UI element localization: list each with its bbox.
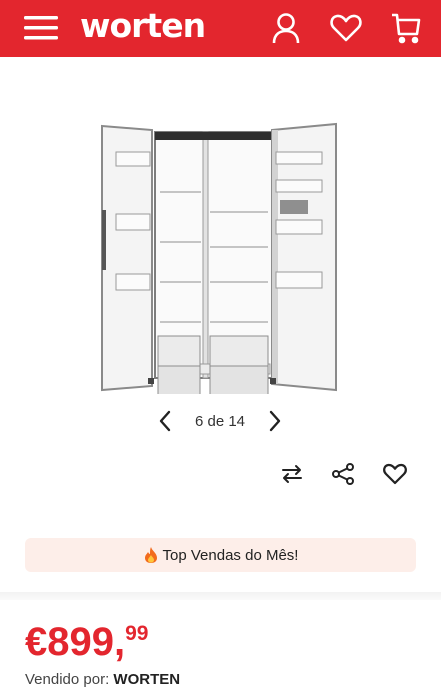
wishlist-heart-icon[interactable] [328, 10, 364, 46]
cart-icon[interactable] [388, 10, 424, 46]
chevron-left-icon [159, 410, 171, 432]
promo-text: Top Vendas do Mês! [162, 546, 299, 564]
worten-logo[interactable]: worten [80, 4, 206, 48]
favorite-heart-icon[interactable] [377, 456, 413, 492]
price-cents: 99 [125, 622, 149, 645]
fire-icon [143, 546, 159, 564]
promo-banner: Top Vendas do Mês! [25, 538, 416, 572]
header: worten [0, 0, 441, 57]
product-price: €899,99 [25, 618, 148, 666]
seller-info: Vendido por: WORTEN [25, 671, 180, 688]
prev-image-button[interactable] [152, 407, 178, 435]
next-image-button[interactable] [262, 407, 288, 435]
product-image[interactable] [100, 122, 340, 394]
menu-icon[interactable] [23, 10, 59, 46]
compare-icon[interactable] [274, 456, 310, 492]
product-gallery[interactable] [0, 57, 441, 457]
price-main: €899, [25, 620, 126, 664]
image-counter: 6 de 14 [194, 413, 246, 430]
share-icon[interactable] [325, 456, 361, 492]
image-pager: 6 de 14 [150, 404, 290, 438]
seller-name[interactable]: WORTEN [113, 671, 180, 688]
seller-label: Vendido por: [25, 671, 110, 688]
user-icon[interactable] [268, 10, 304, 46]
section-divider [0, 592, 441, 600]
chevron-right-icon [269, 410, 281, 432]
